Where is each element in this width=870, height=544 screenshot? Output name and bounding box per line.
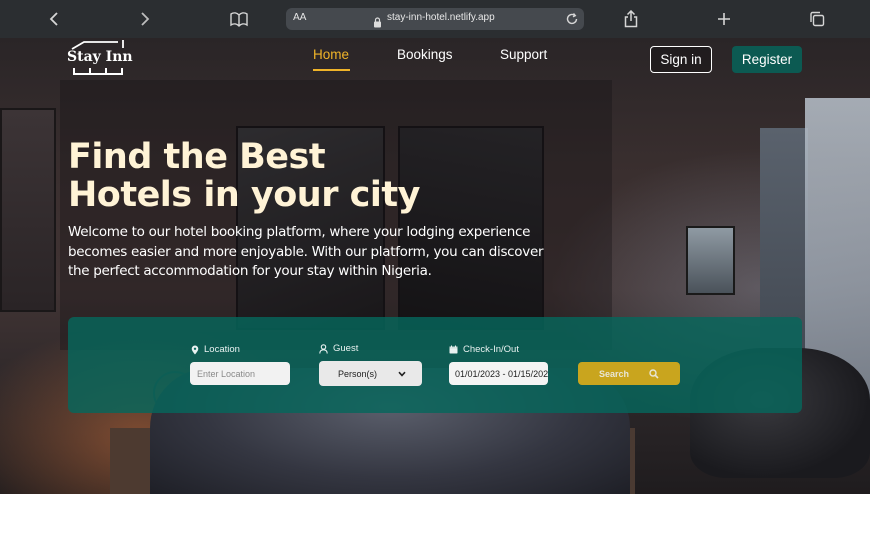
search-icon: [649, 368, 659, 379]
hero-description: Welcome to our hotel booking platform, w…: [68, 224, 544, 279]
sign-in-button[interactable]: Sign in: [650, 46, 712, 73]
dates-label: Check-In/Out: [449, 344, 519, 355]
nav-active-indicator: [313, 69, 350, 71]
hero-overlay: [60, 80, 612, 350]
guest-label-text: Guest: [333, 343, 359, 354]
register-button[interactable]: Register: [732, 46, 802, 73]
reload-icon[interactable]: [565, 11, 579, 30]
logo-base-decoration: [73, 68, 123, 75]
dates-label-text: Check-In/Out: [463, 344, 519, 355]
guest-label: Guest: [319, 343, 358, 354]
new-tab-icon[interactable]: [712, 7, 736, 31]
wall-frame-decoration: [0, 108, 56, 312]
calendar-icon: [449, 345, 458, 354]
brand-name: Stay Inn: [67, 49, 133, 65]
lock-icon: [373, 13, 382, 32]
guest-select[interactable]: Person(s): [319, 361, 422, 386]
search-panel: [68, 317, 802, 413]
wall-art-decoration: [686, 226, 735, 295]
guest-select-value: Person(s): [338, 368, 378, 379]
back-icon[interactable]: [42, 7, 66, 31]
nav-support[interactable]: Support: [500, 47, 547, 62]
location-label-text: Location: [204, 344, 240, 355]
address-bar[interactable]: AA stay-inn-hotel.netlify.app: [286, 8, 584, 30]
forward-icon[interactable]: [133, 7, 157, 31]
nav-home[interactable]: Home: [313, 47, 349, 62]
nav-bookings[interactable]: Bookings: [397, 47, 453, 62]
location-label: Location: [191, 344, 240, 355]
url-text: stay-inn-hotel.netlify.app: [387, 12, 495, 23]
search-button-label: Search: [598, 368, 630, 379]
user-icon: [319, 343, 328, 354]
brand-logo[interactable]: Stay Inn: [66, 39, 133, 79]
hero-title-line-2: Hotels in your city: [68, 175, 420, 215]
date-range-input[interactable]: 01/01/2023 - 01/15/2023: [449, 362, 548, 385]
chevron-down-icon: [398, 371, 406, 377]
tabs-overview-icon[interactable]: [805, 7, 829, 31]
browser-toolbar: AA stay-inn-hotel.netlify.app: [0, 0, 870, 39]
hero-title-line-1: Find the Best: [68, 137, 326, 177]
map-pin-icon: [191, 345, 199, 354]
share-icon[interactable]: [619, 7, 643, 31]
bookmarks-icon[interactable]: [227, 7, 251, 31]
location-input[interactable]: [190, 362, 290, 385]
hero-title: Find the Best Hotels in your city: [68, 138, 420, 214]
search-button[interactable]: Search: [578, 362, 680, 385]
text-size-button[interactable]: AA: [293, 12, 306, 23]
